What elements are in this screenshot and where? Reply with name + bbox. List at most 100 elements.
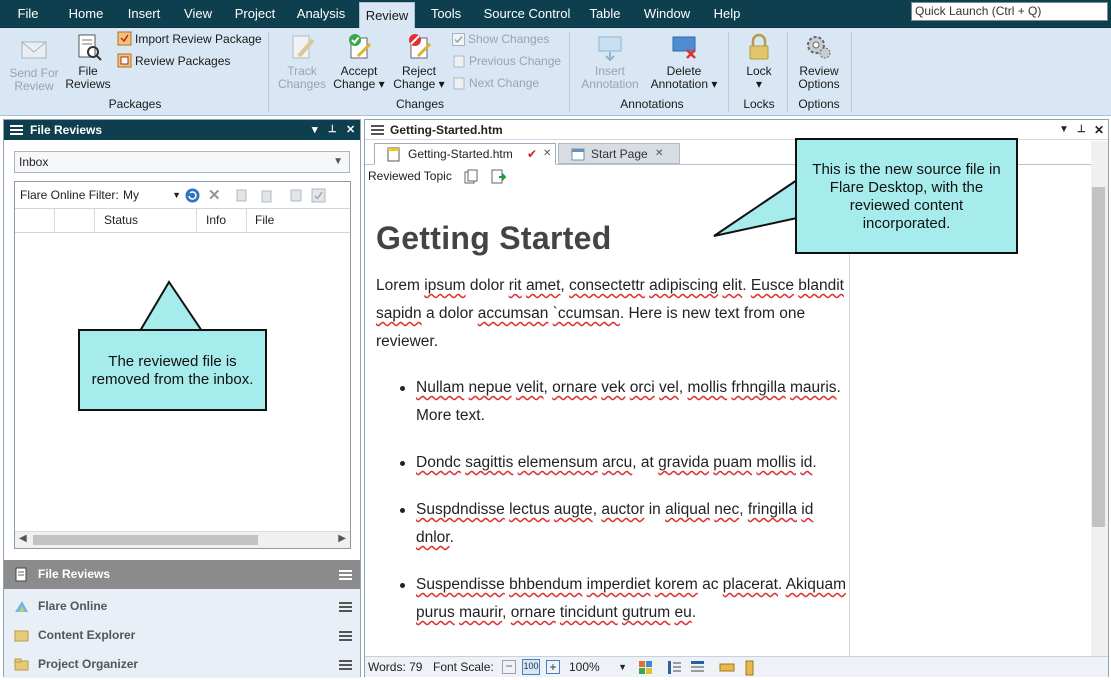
menu-tab-analysis[interactable]: Analysis	[294, 0, 348, 28]
column-header-file[interactable]: File	[247, 209, 352, 232]
nav-menu-icon[interactable]	[339, 660, 352, 670]
track-changes-button[interactable]: Track Changes	[276, 32, 328, 91]
menu-tab-review[interactable]: Review	[359, 2, 415, 29]
column-header-status[interactable]: Status	[95, 209, 197, 232]
menu-tab-view[interactable]: View	[180, 0, 216, 28]
copy-topic-icon[interactable]	[464, 169, 479, 184]
menu-tab-window[interactable]: Window	[640, 0, 694, 28]
horizontal-scrollbar[interactable]: ◀ ▶	[15, 531, 350, 548]
spelling-error-word[interactable]: `ccumsan	[553, 305, 620, 322]
tab-getting-started[interactable]: Getting-Started.htm ✔ ✕	[374, 143, 556, 165]
spelling-error-word[interactable]: id	[800, 454, 812, 471]
column-header[interactable]	[15, 209, 55, 232]
tab-close-icon[interactable]: ✕	[543, 144, 551, 164]
nav-item-file-reviews[interactable]: File Reviews	[4, 560, 360, 589]
send-for-review-button[interactable]: Send For Review	[6, 34, 62, 93]
spelling-error-word[interactable]: Eusce	[751, 277, 794, 294]
nav-item-flare-online[interactable]: Flare Online	[4, 592, 360, 621]
reset-zoom-icon[interactable]: 100	[522, 659, 540, 675]
spelling-error-word[interactable]: dnlor	[416, 529, 450, 546]
scrollbar-thumb[interactable]	[33, 535, 258, 545]
spelling-error-word[interactable]: gravida	[658, 454, 709, 471]
spelling-error-word[interactable]: mollis	[687, 379, 727, 396]
tab-start-page[interactable]: Start Page ✕	[558, 143, 680, 164]
pin-icon[interactable]: ⊥	[328, 120, 337, 140]
spelling-error-word[interactable]: imperdiet	[587, 576, 651, 593]
insert-annotation-button[interactable]: Insert Annotation	[578, 32, 642, 91]
spelling-error-word[interactable]: ornare	[552, 379, 597, 396]
spelling-error-word[interactable]: accumsan	[478, 305, 549, 322]
spelling-error-word[interactable]: placerat	[723, 576, 778, 593]
spelling-error-word[interactable]: frhngilla	[731, 379, 785, 396]
review-options-button[interactable]: Review Options	[793, 32, 845, 91]
document-area[interactable]: Getting Started Lorem ipsum dolor rit am…	[365, 189, 1091, 656]
spelling-error-word[interactable]: puam	[713, 454, 752, 471]
zoom-in-icon[interactable]: +	[546, 660, 560, 674]
nav-menu-icon[interactable]	[339, 602, 352, 612]
spelling-error-word[interactable]: nec	[714, 501, 739, 518]
menu-tab-file[interactable]: File	[6, 0, 50, 28]
menu-tab-table[interactable]: Table	[586, 0, 624, 28]
spelling-error-word[interactable]: fringilla	[748, 501, 797, 518]
grid-view-icon[interactable]	[638, 660, 653, 675]
spelling-error-word[interactable]: Akiquam	[786, 576, 846, 593]
menu-tab-home[interactable]: Home	[62, 0, 110, 28]
spelling-error-word[interactable]: ipsum	[424, 277, 465, 294]
accept-change-button[interactable]: Accept Change ▾	[332, 32, 386, 91]
spelling-error-word[interactable]: orci	[630, 379, 655, 396]
spelling-error-word[interactable]: nepue	[469, 379, 512, 396]
accept-file-icon[interactable]	[289, 188, 304, 203]
nav-menu-icon[interactable]	[339, 570, 352, 580]
inbox-dropdown[interactable]: Inbox ▼	[14, 151, 350, 173]
review-packages-button[interactable]: Review Packages	[117, 53, 230, 69]
spelling-error-word[interactable]: rit	[509, 277, 522, 294]
spelling-error-word[interactable]: korem	[655, 576, 698, 593]
nav-menu-icon[interactable]	[339, 631, 352, 641]
scroll-left-icon[interactable]: ◀	[19, 533, 27, 544]
spelling-error-word[interactable]: aliqual	[665, 501, 710, 518]
file-reviews-button[interactable]: File Reviews	[64, 32, 112, 91]
reject-change-button[interactable]: Reject Change ▾	[392, 32, 446, 91]
zoom-out-icon[interactable]: −	[502, 660, 516, 674]
spelling-error-word[interactable]: Nullam	[416, 379, 464, 396]
panel-menu-icon[interactable]	[10, 125, 23, 135]
refresh-icon[interactable]	[185, 188, 200, 203]
nav-item-content-explorer[interactable]: Content Explorer	[4, 621, 360, 650]
spelling-error-word[interactable]: consectettr	[569, 277, 645, 294]
spelling-error-word[interactable]: adipiscing	[649, 277, 718, 294]
spelling-error-word[interactable]: eu	[675, 604, 692, 621]
check-icon[interactable]	[311, 188, 326, 203]
show-tags-icon[interactable]	[667, 660, 682, 675]
paste-icon[interactable]	[259, 188, 274, 203]
nav-item-project-organizer[interactable]: Project Organizer	[4, 650, 360, 679]
panel-dropdown-icon[interactable]: ▼	[1059, 120, 1069, 140]
spelling-error-word[interactable]: tincidunt	[560, 604, 618, 621]
scroll-right-icon[interactable]: ▶	[338, 533, 346, 544]
zoom-select[interactable]: 100% ▼	[569, 657, 627, 677]
spelling-error-word[interactable]: purus	[416, 604, 455, 621]
spelling-error-word[interactable]: bhbendum	[509, 576, 582, 593]
spelling-error-word[interactable]: elemensum	[518, 454, 598, 471]
spelling-error-word[interactable]: blandit	[798, 277, 844, 294]
filter-select[interactable]: My ▼	[123, 186, 181, 205]
column-header[interactable]	[55, 209, 95, 232]
spelling-error-word[interactable]: augte	[554, 501, 593, 518]
spelling-error-word[interactable]: arcu	[602, 454, 632, 471]
menu-tab-tools[interactable]: Tools	[426, 0, 466, 28]
panel-dropdown-icon[interactable]: ▾	[312, 120, 318, 140]
menu-tab-project[interactable]: Project	[230, 0, 280, 28]
spelling-error-word[interactable]: sagittis	[465, 454, 513, 471]
close-icon[interactable]: ✕	[346, 120, 355, 140]
lock-button[interactable]: Lock ▾	[736, 32, 782, 91]
scrollbar-thumb[interactable]	[1092, 187, 1105, 527]
spelling-error-word[interactable]: vel	[659, 379, 679, 396]
column-header-info[interactable]: Info	[197, 209, 247, 232]
quick-launch-input[interactable]: Quick Launch (Ctrl + Q)	[911, 2, 1108, 21]
spelling-error-word[interactable]: elit	[722, 277, 742, 294]
spelling-error-word[interactable]: velit	[516, 379, 544, 396]
menu-tab-help[interactable]: Help	[710, 0, 744, 28]
horizontal-ruler-icon[interactable]	[719, 661, 735, 674]
spelling-error-word[interactable]: Suspendisse	[416, 576, 505, 593]
copy-icon[interactable]	[235, 188, 250, 203]
spelling-error-word[interactable]: mauris	[790, 379, 837, 396]
